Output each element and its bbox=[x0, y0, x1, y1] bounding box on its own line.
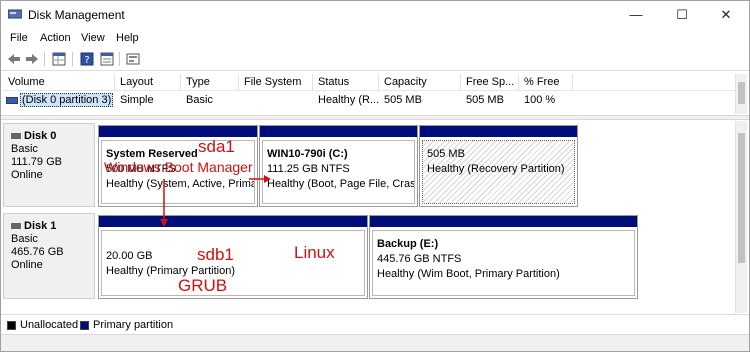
disk-name: Disk 0 bbox=[24, 130, 57, 142]
disk-type: Basic bbox=[11, 233, 38, 245]
partition-detail: 445.76 GB NTFS bbox=[377, 253, 462, 265]
volume-list-scrollbar[interactable] bbox=[735, 74, 747, 114]
partition-name: Backup (E:) bbox=[377, 238, 439, 250]
column-layout[interactable]: Layout bbox=[115, 74, 181, 91]
partition-detail: 505 MB bbox=[427, 148, 465, 160]
menu-bar: File Action View Help bbox=[1, 29, 749, 48]
pane-splitter[interactable] bbox=[1, 115, 749, 120]
annotation-arrows bbox=[160, 175, 271, 227]
disk-management-app-icon bbox=[8, 9, 22, 19]
legend-label: Unallocated bbox=[20, 319, 79, 331]
disk-management-window: Disk Management — ☐ ✕ File Action View H… bbox=[0, 0, 750, 352]
properties-icon[interactable] bbox=[99, 51, 115, 67]
window-title: Disk Management bbox=[28, 8, 125, 22]
partition-detail: 111.25 GB NTFS bbox=[267, 163, 350, 175]
annotation-linux: Linux bbox=[294, 243, 335, 262]
partition-body-selected: 505 MB Healthy (Recovery Partition) bbox=[422, 140, 575, 204]
forward-arrow-icon[interactable] bbox=[24, 51, 40, 67]
column-type[interactable]: Type bbox=[181, 74, 239, 91]
partition-backup-e[interactable]: Backup (E:) 445.76 GB NTFS Healthy (Wim … bbox=[369, 215, 638, 299]
annotation-sdb1: sdb1 bbox=[197, 245, 234, 264]
disk-0-label[interactable]: Disk 0 Basic 111.79 GB Online bbox=[3, 123, 95, 207]
status-cell: Healthy (R... bbox=[318, 94, 379, 106]
grid-view-icon[interactable] bbox=[51, 51, 67, 67]
file-system-cell bbox=[239, 91, 313, 109]
column-file-system[interactable]: File System bbox=[239, 74, 313, 91]
disk-size: 111.79 GB bbox=[11, 156, 62, 168]
annotation-sda1: sda1 bbox=[198, 137, 235, 156]
disk-view-scroll-thumb[interactable] bbox=[738, 133, 745, 263]
legend-swatch-unallocated bbox=[7, 320, 16, 330]
column-percent-free[interactable]: % Free bbox=[519, 74, 573, 91]
volume-list: Volume Layout Type File System Status Ca… bbox=[3, 74, 747, 114]
legend-label: Primary partition bbox=[93, 319, 174, 331]
partition-recovery[interactable]: 505 MB Healthy (Recovery Partition) bbox=[419, 125, 578, 207]
free-space-cell: 505 MB bbox=[466, 94, 504, 106]
partition-name: WIN10-790i (C:) bbox=[267, 148, 348, 160]
partition-health: Healthy (Primary Partition) bbox=[106, 265, 235, 277]
disk-size: 465.76 GB bbox=[11, 246, 64, 258]
partition-health: Healthy (Boot, Page File, Crash D bbox=[267, 178, 414, 190]
legend-unallocated: Unallocated bbox=[7, 319, 78, 331]
partition-health: Healthy (Recovery Partition) bbox=[427, 163, 565, 175]
disk-status: Online bbox=[11, 169, 43, 181]
column-free-space[interactable]: Free Sp... bbox=[461, 74, 519, 91]
volume-cell[interactable]: (Disk 0 partition 3) bbox=[3, 91, 115, 109]
annotation-grub: GRUB bbox=[178, 276, 228, 295]
volume-list-scroll-thumb[interactable] bbox=[738, 82, 745, 104]
partition-health: Healthy (Wim Boot, Primary Partition) bbox=[377, 268, 560, 280]
menu-file[interactable]: File bbox=[10, 32, 28, 44]
capacity-cell: 505 MB bbox=[384, 94, 422, 106]
disk-status: Online bbox=[11, 259, 43, 271]
disk-1-label[interactable]: Disk 1 Basic 465.76 GB Online bbox=[3, 213, 95, 299]
partition-body: WIN10-790i (C:) 111.25 GB NTFS Healthy (… bbox=[262, 140, 415, 204]
toolbar-separator bbox=[44, 52, 45, 66]
disk-graphical-view: Disk 0 Basic 111.79 GB Online System Res… bbox=[3, 121, 747, 313]
percent-free-cell: 100 % bbox=[524, 94, 556, 106]
legend-primary-partition: Primary partition bbox=[80, 319, 173, 331]
column-capacity[interactable]: Capacity bbox=[379, 74, 461, 91]
toolbar-separator bbox=[119, 52, 120, 66]
title-bar: Disk Management — ☐ ✕ bbox=[1, 1, 749, 28]
partition-c-drive[interactable]: WIN10-790i (C:) 111.25 GB NTFS Healthy (… bbox=[259, 125, 418, 207]
menu-help[interactable]: Help bbox=[116, 32, 139, 44]
layout-cell: Simple bbox=[120, 94, 154, 106]
volume-list-header: Volume Layout Type File System Status Ca… bbox=[3, 74, 735, 91]
disk-icon bbox=[11, 133, 21, 140]
partition-bar bbox=[420, 126, 577, 137]
disk-name: Disk 1 bbox=[24, 220, 57, 232]
type-cell: Basic bbox=[186, 94, 213, 106]
column-volume[interactable]: Volume bbox=[3, 74, 115, 91]
back-arrow-icon[interactable] bbox=[6, 51, 22, 67]
partition-bar bbox=[99, 126, 257, 137]
disk-icon bbox=[11, 223, 21, 230]
legend-bar: Unallocated Primary partition bbox=[1, 314, 749, 334]
table-row[interactable]: (Disk 0 partition 3) Simple Basic Health… bbox=[3, 91, 735, 109]
toolbar-separator bbox=[72, 52, 73, 66]
console-icon[interactable] bbox=[125, 51, 141, 67]
volume-name: (Disk 0 partition 3) bbox=[20, 93, 114, 107]
partition-bar bbox=[260, 126, 417, 137]
volume-disk-icon bbox=[6, 96, 18, 104]
svg-text:?: ? bbox=[84, 55, 89, 66]
maximize-button[interactable]: ☐ bbox=[659, 1, 705, 28]
arrow-head-icon bbox=[264, 175, 271, 183]
status-bar bbox=[1, 334, 749, 351]
arrow-head-icon bbox=[160, 219, 168, 227]
toolbar: ? bbox=[1, 48, 749, 71]
legend-swatch-primary bbox=[80, 320, 89, 330]
partition-bar bbox=[370, 216, 637, 227]
menu-view[interactable]: View bbox=[81, 32, 105, 44]
menu-action[interactable]: Action bbox=[40, 32, 71, 44]
partition-body: Backup (E:) 445.76 GB NTFS Healthy (Wim … bbox=[372, 230, 635, 296]
disk-type: Basic bbox=[11, 143, 38, 155]
help-icon[interactable]: ? bbox=[79, 51, 95, 67]
minimize-button[interactable]: — bbox=[613, 1, 659, 28]
close-button[interactable]: ✕ bbox=[703, 1, 749, 28]
column-status[interactable]: Status bbox=[313, 74, 379, 91]
disk-view-scrollbar[interactable] bbox=[735, 121, 747, 313]
